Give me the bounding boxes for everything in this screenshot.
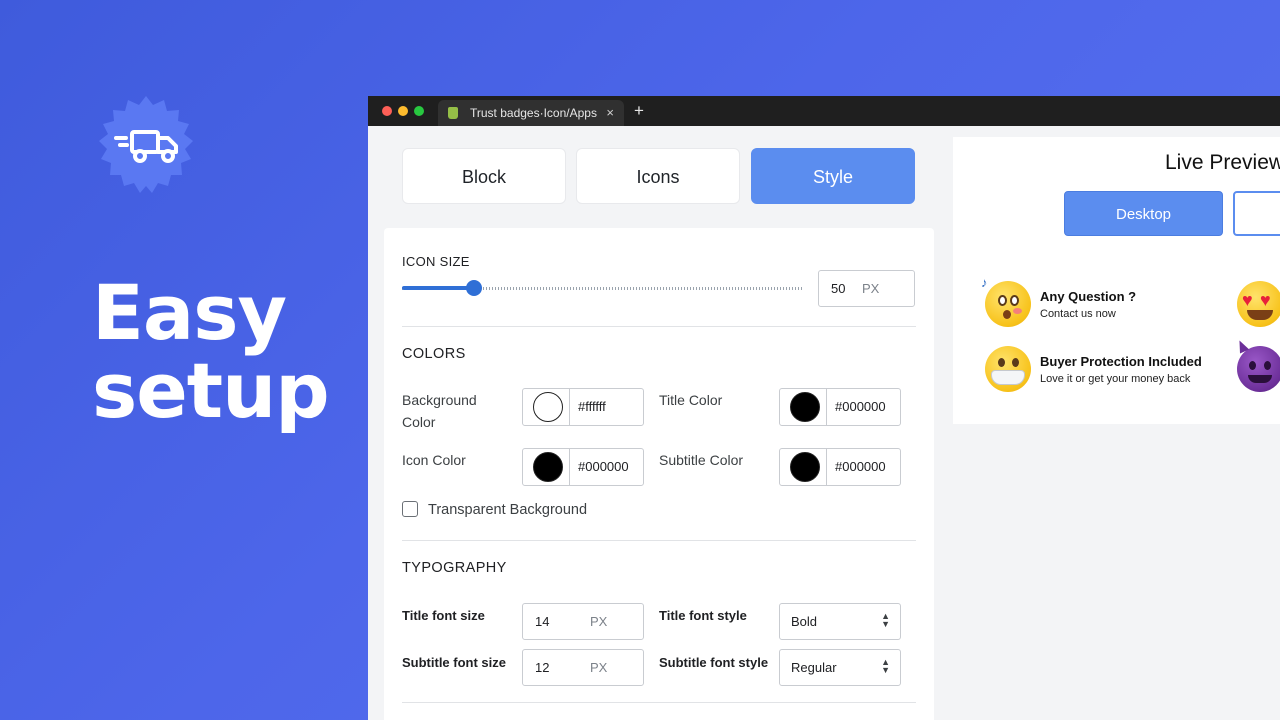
colors-section-title: COLORS — [402, 346, 466, 362]
subtitle-color-swatch[interactable] — [790, 452, 820, 482]
subtitle-font-size-value: 12 — [535, 660, 550, 675]
title-font-style-select[interactable]: Bold ▲ ▼ — [779, 603, 901, 640]
subtitle-font-size-label: Subtitle font size — [402, 655, 506, 670]
title-font-style-value: Bold — [791, 614, 818, 629]
tab-icons[interactable]: Icons — [576, 148, 740, 204]
transparent-background-label[interactable]: Transparent Background — [428, 499, 587, 521]
background-color-label: Background Color — [402, 392, 477, 430]
subtitle-font-style-select[interactable]: Regular ▲ ▼ — [779, 649, 901, 686]
singing-face-emoji-icon: ♪ — [981, 275, 1031, 327]
mask-face-emoji-icon — [985, 346, 1031, 392]
icon-size-slider-fill — [402, 286, 474, 290]
divider — [402, 702, 916, 703]
subtitle-color-field[interactable]: #000000 — [779, 448, 901, 486]
typography-section-title: TYPOGRAPHY — [402, 560, 507, 576]
title-font-size-input[interactable]: 14 PX — [522, 603, 644, 640]
badge-subtitle: Contact us now — [1040, 308, 1116, 320]
heart-eyes-emoji-icon: ♥ ♥ — [1237, 281, 1280, 327]
devil-emoji-icon — [1234, 338, 1280, 392]
browser-titlebar: Trust badges·Icon/Apps × + — [368, 96, 1280, 126]
subtitle-font-style-label: Subtitle font style — [659, 655, 769, 670]
subtitle-color-value: #000000 — [835, 459, 886, 474]
badge-title: Any Question ? — [1040, 289, 1137, 304]
app-window: Trust badges·Icon/Apps × + Block Icons S… — [368, 96, 1280, 720]
tab-close-icon[interactable]: × — [606, 100, 614, 126]
icon-size-label: ICON SIZE — [402, 254, 470, 269]
icon-color-label: Icon Color — [402, 452, 466, 468]
subtitle-font-style-value: Regular — [791, 660, 837, 675]
transparent-background-checkbox[interactable] — [402, 501, 418, 517]
maximize-window-button[interactable] — [414, 106, 424, 116]
hero-title-line1: Easy — [92, 268, 287, 357]
icon-size-input[interactable]: 50 PX — [818, 270, 915, 307]
icon-color-field[interactable]: #000000 — [522, 448, 644, 486]
icon-color-swatch[interactable] — [533, 452, 563, 482]
browser-tab-title: Trust badges·Icon/Apps — [470, 106, 597, 120]
title-color-value: #000000 — [835, 399, 886, 414]
title-color-field[interactable]: #000000 — [779, 388, 901, 426]
live-preview-title: Live Preview — [1165, 151, 1280, 174]
badge-title: Buyer Protection Included — [1040, 354, 1202, 369]
tab-style[interactable]: Style — [751, 148, 915, 204]
minimize-window-button[interactable] — [398, 106, 408, 116]
live-preview-panel: Live Preview Desktop ♪ Any Question ? Co… — [953, 137, 1280, 424]
title-color-swatch[interactable] — [790, 392, 820, 422]
mobile-preview-button[interactable] — [1233, 191, 1280, 236]
background-color-field[interactable]: #ffffff — [522, 388, 644, 426]
title-font-size-unit: PX — [590, 614, 608, 629]
icon-size-slider-thumb[interactable] — [466, 280, 482, 296]
divider — [402, 326, 916, 327]
desktop-preview-button[interactable]: Desktop — [1064, 191, 1223, 236]
subtitle-font-size-unit: PX — [590, 660, 608, 675]
browser-tab[interactable]: Trust badges·Icon/Apps × — [438, 100, 624, 126]
delivery-truck-badge-icon — [96, 96, 196, 196]
select-arrows-icon: ▲ ▼ — [881, 657, 890, 675]
subtitle-color-label: Subtitle Color — [659, 452, 744, 468]
close-window-button[interactable] — [382, 106, 392, 116]
title-font-style-label: Title font style — [659, 608, 747, 623]
divider — [402, 540, 916, 541]
tab-block[interactable]: Block — [402, 148, 566, 204]
background-color-swatch[interactable] — [533, 392, 563, 422]
icon-color-value: #000000 — [578, 459, 629, 474]
new-tab-button[interactable]: + — [634, 100, 644, 122]
hero-title: Easy setup — [92, 268, 330, 435]
icon-size-value: 50 — [831, 281, 846, 296]
hero-title-line2: setup — [92, 346, 330, 435]
select-arrows-icon: ▲ ▼ — [881, 611, 890, 629]
music-note-icon: ♪ — [981, 275, 988, 290]
badge-subtitle: Love it or get your money back — [1040, 373, 1191, 385]
style-settings-panel: ICON SIZE 50 PX COLORS Background Color … — [384, 228, 934, 720]
title-font-size-label: Title font size — [402, 608, 485, 623]
shopify-bag-icon — [448, 107, 458, 119]
title-font-size-value: 14 — [535, 614, 550, 629]
background-color-value: #ffffff — [578, 399, 606, 414]
icon-size-unit: PX — [862, 281, 880, 296]
subtitle-font-size-input[interactable]: 12 PX — [522, 649, 644, 686]
title-color-label: Title Color — [659, 392, 723, 408]
